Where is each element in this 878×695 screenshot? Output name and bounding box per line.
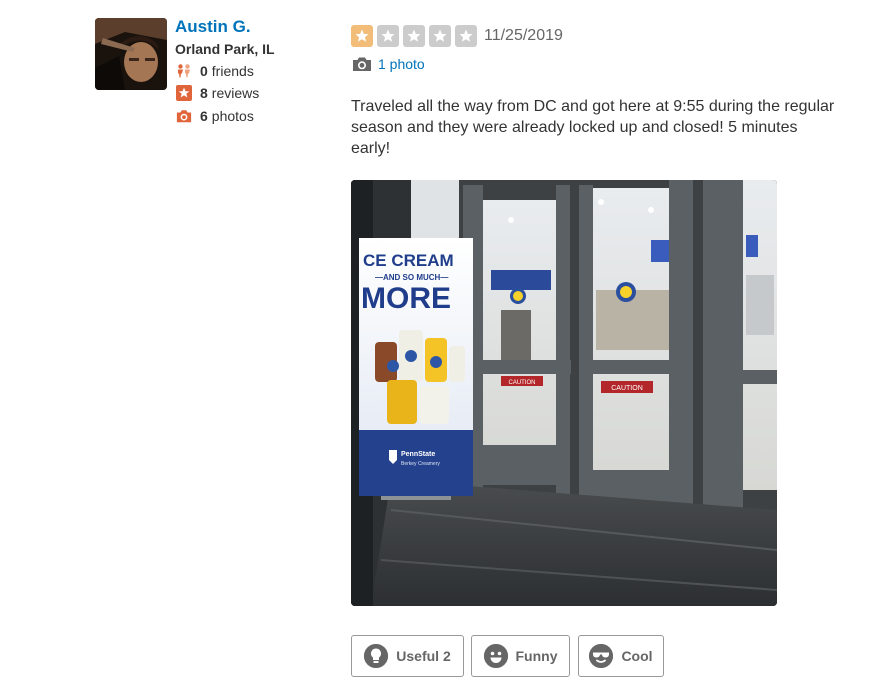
funny-label: Funny — [515, 648, 558, 664]
user-name-link[interactable]: Austin G. — [175, 17, 251, 37]
review-photo-count: 1 photo — [352, 56, 425, 72]
user-avatar[interactable] — [95, 18, 167, 90]
photos-label: photos — [211, 108, 254, 124]
banner-brand: PennState — [401, 451, 435, 458]
camera-icon — [353, 57, 371, 71]
review-photo[interactable]: CAUTION CAUTION CE CREAM —AND SO MUCH— M… — [351, 180, 777, 606]
cool-icon — [589, 644, 614, 668]
photos-count: 6 photos — [176, 107, 254, 125]
review-star-icon — [176, 85, 192, 101]
caution-sign-left: CAUTION — [509, 380, 536, 386]
review-photo-image: CAUTION CAUTION CE CREAM —AND SO MUCH— M… — [351, 180, 777, 606]
star-empty-icon — [403, 25, 425, 47]
funny-button[interactable]: Funny — [471, 635, 570, 677]
useful-label: Useful 2 — [396, 648, 451, 664]
cool-label: Cool — [621, 648, 653, 664]
friends-label: friends — [211, 63, 254, 79]
cool-button[interactable]: Cool — [578, 635, 664, 677]
user-location: Orland Park, IL — [175, 41, 275, 57]
banner-text-2: —AND SO MUCH— — [375, 273, 448, 282]
photo-link[interactable]: 1 photo — [378, 56, 425, 72]
reviews-count: 8 reviews — [176, 84, 259, 102]
camera-icon — [176, 108, 192, 124]
star-empty-icon — [377, 25, 399, 47]
star-empty-icon — [455, 25, 477, 47]
caution-sign-right: CAUTION — [611, 385, 643, 392]
review-text: Traveled all the way from DC and got her… — [351, 98, 835, 157]
review-date: 11/25/2019 — [484, 27, 563, 44]
funny-icon — [483, 644, 508, 668]
friends-count: 0 friends — [176, 62, 254, 80]
friends-icon — [176, 63, 192, 79]
star-empty-icon — [429, 25, 451, 47]
avatar-image — [95, 18, 167, 90]
banner-text-1: CE CREAM — [363, 251, 454, 270]
banner-text-3: MORE — [361, 282, 451, 315]
star-rating — [351, 25, 477, 47]
banner-brand-sub: Berkey Creamery — [401, 461, 440, 467]
photos-number: 6 — [200, 108, 208, 124]
reviews-number: 8 — [200, 85, 208, 101]
useful-icon — [364, 644, 389, 668]
star-filled-icon — [351, 25, 373, 47]
reviews-label: reviews — [211, 85, 260, 101]
friends-number: 0 — [200, 63, 208, 79]
useful-button[interactable]: Useful 2 — [351, 635, 464, 677]
